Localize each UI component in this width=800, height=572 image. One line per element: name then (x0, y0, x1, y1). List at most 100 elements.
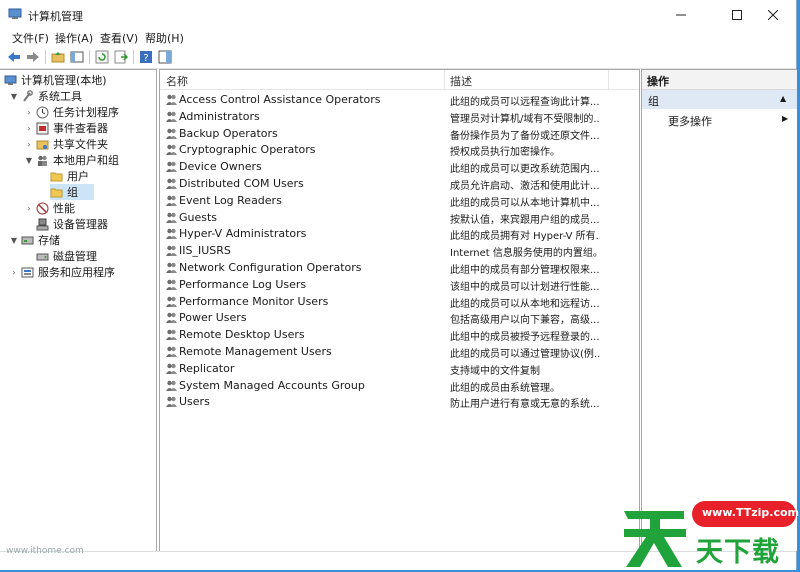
tree-item-device-manager[interactable]: 设备管理器 (36, 216, 108, 232)
more-actions-item[interactable]: 更多操作 ▶ (642, 110, 797, 128)
actions-group-section[interactable]: 组 ▲ (642, 90, 797, 109)
table-row[interactable]: Performance Log Users 该组中的成员可以计划进行性能... (160, 276, 639, 293)
computer-management-window: 计算机管理 文件(F) 操作(A) 查看(V) 帮助(H) ? 计算机管理(本地… (0, 0, 797, 570)
table-row[interactable]: Backup Operators 备份操作员为了备份或还原文件... (160, 125, 639, 142)
table-row[interactable]: Remote Desktop Users 此组中的成员被授予远程登录的... (160, 326, 639, 343)
group-name: Cryptographic Operators (179, 143, 316, 157)
export-list-icon[interactable] (113, 49, 129, 65)
up-folder-icon[interactable] (50, 49, 66, 65)
tree-item-shared-folders[interactable]: › 共享文件夹 (24, 136, 108, 152)
group-description: 此组中的成员被授予远程登录的... (450, 332, 600, 344)
tree-item-task-scheduler[interactable]: › 任务计划程序 (24, 104, 119, 120)
group-description: 此组的成员可以通过管理协议(例... (450, 349, 600, 360)
group-icon (165, 227, 178, 240)
group-name: Distributed COM Users (179, 177, 304, 190)
table-row[interactable]: Users 防止用户进行有意或无意的系统... (160, 393, 639, 410)
table-row[interactable]: Event Log Readers 此组的成员可以从本地计算机中... (160, 192, 639, 209)
column-header-name[interactable]: 名称 (166, 73, 188, 89)
back-arrow-icon[interactable] (6, 49, 22, 65)
group-description: 备份操作员为了备份或还原文件... (450, 130, 600, 142)
collapse-up-icon[interactable]: ▲ (780, 94, 786, 103)
actions-header: 操作 (642, 70, 797, 90)
group-name: Event Log Readers (179, 193, 282, 207)
table-row[interactable]: Access Control Assistance Operators 此组的成员… (160, 91, 639, 108)
table-row[interactable]: IIS_IUSRS Internet 信息服务使用的内置组。 (160, 242, 639, 259)
chevron-right-icon[interactable]: › (24, 140, 34, 149)
table-row[interactable]: Network Configuration Operators 此组中的成员有部分… (160, 259, 639, 276)
tree-item-label: 用户 (67, 170, 89, 183)
group-icon (165, 177, 178, 190)
watermark-ttzip-url: www.TTzip.com (702, 506, 799, 519)
tree-item-storage[interactable]: ▼ 存储 (9, 232, 60, 248)
device-manager-icon (36, 218, 49, 231)
actions-pane: 操作 组 ▲ 更多操作 ▶ (641, 69, 797, 552)
menu-action[interactable]: 操作(A) (55, 30, 93, 46)
ttzip-watermark-logo: www.TTzip.com 天下载 (624, 493, 799, 569)
menu-file[interactable]: 文件(F) (12, 30, 49, 46)
tree-item-label: 设备管理器 (53, 218, 108, 231)
show-hide-tree-icon[interactable] (69, 49, 85, 65)
watermark-ithome: www.ithome.com (6, 546, 84, 556)
submenu-arrow-icon: ▶ (782, 114, 789, 123)
tree-item-groups[interactable]: 组 (50, 184, 94, 200)
tree-item-label: 计算机管理(本地) (21, 74, 107, 87)
tree-item-label: 服务和应用程序 (38, 266, 115, 279)
svg-text:?: ? (143, 53, 148, 64)
help-icon[interactable]: ? (138, 49, 154, 65)
menu-help[interactable]: 帮助(H) (145, 30, 184, 46)
properties-pane-icon[interactable] (157, 49, 173, 65)
watermark-brand-text: 天下载 (696, 537, 780, 568)
close-button[interactable] (750, 0, 796, 30)
column-divider[interactable] (444, 70, 445, 89)
table-row[interactable]: Device Owners 此组的成员可以更改系统范围内... (160, 158, 639, 175)
table-row[interactable]: Performance Monitor Users 此组的成员可以从本地和远程访.… (160, 293, 639, 310)
tree-item-disk-management[interactable]: 磁盘管理 (36, 248, 97, 264)
table-row[interactable]: Power Users 包括高级用户以向下兼容，高级... (160, 309, 639, 326)
chevron-right-icon[interactable]: › (24, 204, 34, 213)
group-name: Administrators (179, 109, 260, 123)
tree-item-event-viewer[interactable]: › 事件查看器 (24, 120, 108, 136)
group-description: 成员允许启动、激活和使用此计... (450, 181, 600, 192)
refresh-icon[interactable] (94, 49, 110, 65)
chevron-down-icon[interactable]: ▼ (9, 92, 19, 101)
group-icon (165, 311, 178, 324)
group-description: 此组的成员由系统管理。 (450, 382, 560, 394)
minimize-button[interactable] (658, 0, 704, 30)
tree-item-users[interactable]: 用户 (50, 168, 89, 184)
tree-item-local-users-groups[interactable]: ▼ 本地用户和组 (24, 152, 119, 168)
table-row[interactable]: Hyper-V Administrators 此组的成员拥有对 Hyper-V 所… (160, 225, 639, 242)
navigation-tree: 计算机管理(本地) ▼ 系统工具 › 任务计划程序 › 事件查看器 › 共享文件… (0, 69, 157, 552)
tree-item-performance[interactable]: › 性能 (24, 200, 75, 216)
menu-view[interactable]: 查看(V) (100, 30, 138, 46)
chevron-down-icon[interactable]: ▼ (9, 236, 19, 245)
group-name: Performance Monitor Users (179, 294, 329, 308)
chevron-right-icon[interactable]: › (24, 108, 34, 117)
table-row[interactable]: Distributed COM Users 成员允许启动、激活和使用此计... (160, 175, 639, 192)
tree-item-label: 共享文件夹 (53, 138, 108, 151)
group-name: Hyper-V Administrators (179, 227, 307, 241)
chevron-right-icon[interactable]: › (9, 268, 19, 277)
table-row[interactable]: Replicator 支持域中的文件复制 (160, 360, 639, 377)
chevron-down-icon[interactable]: ▼ (24, 156, 34, 165)
table-row[interactable]: Cryptographic Operators 授权成员执行加密操作。 (160, 141, 639, 158)
column-header-description[interactable]: 描述 (450, 73, 472, 89)
users-groups-icon (36, 154, 49, 167)
tree-item-computer-management[interactable]: 计算机管理(本地) (4, 72, 107, 88)
tree-item-services-applications[interactable]: › 服务和应用程序 (9, 264, 115, 280)
group-name: Users (179, 395, 210, 409)
services-apps-icon (21, 266, 34, 279)
forward-arrow-icon[interactable] (25, 49, 41, 65)
group-icon (165, 345, 178, 358)
group-name: Device Owners (179, 160, 262, 174)
tree-item-label: 系统工具 (38, 90, 82, 103)
tree-item-label: 任务计划程序 (53, 106, 119, 119)
table-row[interactable]: System Managed Accounts Group 此组的成员由系统管理。 (160, 377, 639, 394)
table-row[interactable]: Guests 按默认值，来宾跟用户组的成员... (160, 209, 639, 226)
window-title: 计算机管理 (28, 10, 83, 23)
column-divider[interactable] (608, 70, 609, 89)
tree-item-system-tools[interactable]: ▼ 系统工具 (9, 88, 82, 104)
group-icon (165, 278, 178, 291)
chevron-right-icon[interactable]: › (24, 124, 34, 133)
table-row[interactable]: Remote Management Users 此组的成员可以通过管理协议(例..… (160, 343, 639, 360)
table-row[interactable]: Administrators 管理员对计算机/域有不受限制的... (160, 108, 639, 125)
